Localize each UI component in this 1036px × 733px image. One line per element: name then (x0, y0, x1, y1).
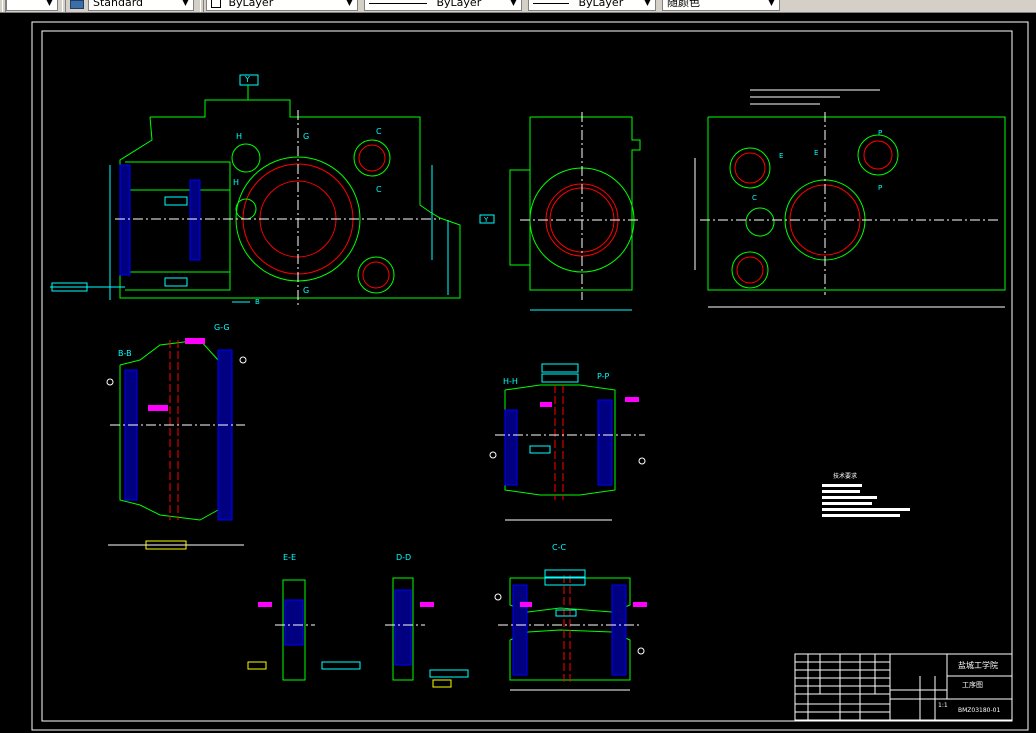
plot-style-dropdown[interactable]: 随颜色 ▼ (662, 0, 780, 11)
section-label: E (779, 152, 783, 160)
chevron-down-icon: ▼ (510, 0, 517, 7)
drawing-number: BMZ03180-01 (958, 707, 1000, 714)
requirement-line (822, 508, 910, 511)
requirement-line (822, 496, 877, 499)
section-bb-gg: B-B G-G (106, 323, 247, 550)
title-block: 盐城工学院 工序图 BMZ03180-01 1:1 (794, 653, 1013, 721)
section-label: C (376, 127, 382, 136)
section-title-bb: B-B (118, 349, 132, 358)
section-label: C (376, 185, 382, 194)
tech-requirements-title: 技术要求 (833, 472, 857, 480)
section-ee: E-E (247, 553, 361, 681)
section-title-ee: E-E (283, 553, 296, 562)
front-view: H G C H C G B Y (50, 74, 461, 306)
tech-requirements-block: 技术要求 (822, 472, 910, 517)
section-hh-pp: H-H P-P (489, 363, 646, 521)
drawing-scale: 1:1 (938, 702, 948, 709)
section-title-dd: D-D (396, 553, 411, 562)
chevron-down-icon: ▼ (182, 0, 189, 7)
datum-marker: Y (483, 216, 489, 224)
drawing-type: 工序图 (962, 680, 983, 689)
section-label: B (255, 298, 260, 306)
toolbar-grip[interactable] (200, 0, 204, 12)
plot-style-value: 随颜色 (667, 0, 700, 9)
drawing-canvas[interactable]: H G C H C G B Y Y E E P P C B-B G-G H-H … (0, 12, 1036, 733)
lineweight-swatch (533, 2, 569, 4)
linetype-dropdown[interactable]: ByLayer ▼ (364, 0, 522, 11)
section-label: P (878, 129, 882, 137)
layer-value: ByLayer (228, 0, 274, 9)
section-title-cc: C-C (552, 543, 566, 552)
section-label: H (233, 178, 239, 187)
linetype-value: ByLayer (436, 0, 482, 9)
side-view: Y (479, 112, 641, 311)
section-title-pp: P-P (597, 372, 610, 381)
requirement-line (822, 514, 900, 517)
requirement-line (822, 502, 872, 505)
text-style-icon[interactable] (70, 0, 84, 9)
datum-marker: Y (244, 75, 250, 84)
school-name: 盐城工学院 (958, 660, 998, 670)
chevron-down-icon: ▼ (768, 0, 775, 7)
section-title-hh: H-H (503, 377, 518, 386)
top-view: E E P P C (694, 89, 1006, 308)
section-label: C (752, 194, 757, 202)
section-label: H (236, 132, 242, 141)
chevron-down-icon: ▼ (346, 0, 353, 7)
toolbar-grip[interactable] (62, 0, 66, 12)
text-style-value: Standard (93, 0, 144, 9)
linetype-swatch (369, 2, 427, 4)
section-title-gg: G-G (214, 323, 230, 332)
dimstyle-dropdown[interactable]: ▼ (6, 0, 58, 11)
lineweight-dropdown[interactable]: ByLayer ▼ (528, 0, 656, 11)
text-style-dropdown[interactable]: Standard ▼ (88, 0, 194, 11)
requirement-line (822, 490, 860, 493)
chevron-down-icon: ▼ (46, 0, 53, 7)
section-dd: D-D (385, 553, 469, 688)
section-label: P (878, 184, 882, 192)
chevron-down-icon: ▼ (644, 0, 651, 7)
section-cc: C-C (494, 543, 647, 691)
section-label: G (303, 132, 309, 141)
section-label: E (814, 149, 818, 157)
lineweight-value: ByLayer (578, 0, 624, 9)
section-label: G (303, 286, 309, 295)
requirement-line (822, 484, 862, 487)
layer-dropdown[interactable]: ByLayer ▼ (206, 0, 358, 11)
color-swatch-icon (211, 0, 221, 8)
